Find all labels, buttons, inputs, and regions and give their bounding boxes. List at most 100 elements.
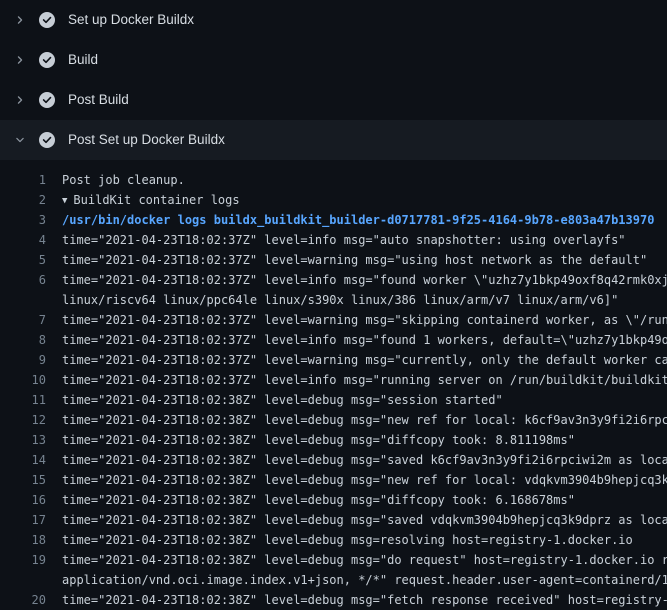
- line-text: ▼time="2021-04-23T18:02:37Z" level=info …: [46, 230, 626, 250]
- line-text: ▼linux/riscv64 linux/ppc64le linux/s390x…: [46, 290, 618, 310]
- line-content: BuildKit container logs: [73, 193, 239, 207]
- step-label: Post Set up Docker Buildx: [68, 133, 225, 147]
- line-number[interactable]: 13: [0, 430, 46, 450]
- line-content: time="2021-04-23T18:02:37Z" level=warnin…: [62, 253, 647, 267]
- line-content: time="2021-04-23T18:02:37Z" level=info m…: [62, 273, 667, 287]
- line-number[interactable]: 15: [0, 470, 46, 490]
- line-text: ▼time="2021-04-23T18:02:38Z" level=debug…: [46, 470, 667, 490]
- chevron-icon: [14, 55, 26, 65]
- line-content: time="2021-04-23T18:02:37Z" level=info m…: [62, 233, 626, 247]
- line-content: time="2021-04-23T18:02:38Z" level=debug …: [62, 433, 575, 447]
- line-content: time="2021-04-23T18:02:38Z" level=debug …: [62, 453, 667, 467]
- log-line: 5 ▼time="2021-04-23T18:02:37Z" level=war…: [0, 250, 667, 270]
- line-text: ▼time="2021-04-23T18:02:37Z" level=warni…: [46, 310, 667, 330]
- log-line: 20 ▼time="2021-04-23T18:02:38Z" level=de…: [0, 590, 667, 610]
- line-text: ▼time="2021-04-23T18:02:38Z" level=debug…: [46, 530, 633, 550]
- step-label: Set up Docker Buildx: [68, 13, 194, 27]
- log-line: 3 ▼/usr/bin/docker logs buildx_buildkit_…: [0, 210, 667, 230]
- line-content: /usr/bin/docker logs buildx_buildkit_bui…: [62, 213, 654, 227]
- line-text: ▼time="2021-04-23T18:02:37Z" level=info …: [46, 330, 667, 350]
- line-number[interactable]: [0, 570, 46, 590]
- log-line: ▼application/vnd.oci.image.index.v1+json…: [0, 570, 667, 590]
- log-lines: 1 ▼Post job cleanup. 2 ▼ BuildKit contain…: [0, 170, 667, 610]
- line-number[interactable]: 3: [0, 210, 46, 230]
- line-text: ▼time="2021-04-23T18:02:38Z" level=debug…: [46, 390, 503, 410]
- line-text: ▼time="2021-04-23T18:02:38Z" level=debug…: [46, 450, 667, 470]
- line-number[interactable]: 12: [0, 410, 46, 430]
- log-line: 2 ▼ BuildKit container logs: [0, 190, 667, 210]
- check-circle-icon: [39, 52, 55, 68]
- step-header[interactable]: Set up Docker Buildx: [0, 0, 667, 40]
- line-number[interactable]: 11: [0, 390, 46, 410]
- line-text: ▼time="2021-04-23T18:02:38Z" level=debug…: [46, 590, 667, 610]
- log-line: 8 ▼time="2021-04-23T18:02:37Z" level=inf…: [0, 330, 667, 350]
- chevron-icon: [14, 135, 26, 145]
- log-line: 18 ▼time="2021-04-23T18:02:38Z" level=de…: [0, 530, 667, 550]
- line-content: Post job cleanup.: [62, 173, 185, 187]
- line-number[interactable]: 14: [0, 450, 46, 470]
- log-line: 16 ▼time="2021-04-23T18:02:38Z" level=de…: [0, 490, 667, 510]
- log-area: 1 ▼Post job cleanup. 2 ▼ BuildKit contain…: [0, 160, 667, 610]
- line-text: ▼time="2021-04-23T18:02:38Z" level=debug…: [46, 510, 667, 530]
- log-line: 15 ▼time="2021-04-23T18:02:38Z" level=de…: [0, 470, 667, 490]
- line-text: ▼time="2021-04-23T18:02:38Z" level=debug…: [46, 490, 575, 510]
- log-line: 13 ▼time="2021-04-23T18:02:38Z" level=de…: [0, 430, 667, 450]
- line-content: time="2021-04-23T18:02:38Z" level=debug …: [62, 513, 667, 527]
- check-circle-icon: [39, 12, 55, 28]
- line-number[interactable]: 19: [0, 550, 46, 570]
- line-content: time="2021-04-23T18:02:37Z" level=warnin…: [62, 353, 667, 367]
- line-content: time="2021-04-23T18:02:37Z" level=info m…: [62, 373, 667, 387]
- chevron-icon: [14, 95, 26, 105]
- line-text: ▼time="2021-04-23T18:02:38Z" level=debug…: [46, 550, 667, 570]
- line-text: ▼ BuildKit container logs: [46, 190, 240, 210]
- log-line: 9 ▼time="2021-04-23T18:02:37Z" level=war…: [0, 350, 667, 370]
- log-line: 14 ▼time="2021-04-23T18:02:38Z" level=de…: [0, 450, 667, 470]
- line-content: time="2021-04-23T18:02:38Z" level=debug …: [62, 553, 667, 567]
- line-text: ▼/usr/bin/docker logs buildx_buildkit_bu…: [46, 210, 654, 230]
- line-content: application/vnd.oci.image.index.v1+json,…: [62, 573, 667, 587]
- log-line: 12 ▼time="2021-04-23T18:02:38Z" level=de…: [0, 410, 667, 430]
- step-list: Set up Docker Buildx Build Post Build Po…: [0, 0, 667, 160]
- step-label: Post Build: [68, 93, 129, 107]
- line-content: time="2021-04-23T18:02:38Z" level=debug …: [62, 473, 667, 487]
- line-number[interactable]: 2: [0, 190, 46, 210]
- line-number[interactable]: 20: [0, 590, 46, 610]
- line-text: ▼time="2021-04-23T18:02:37Z" level=info …: [46, 270, 667, 290]
- step-header[interactable]: Build: [0, 40, 667, 80]
- line-number[interactable]: 17: [0, 510, 46, 530]
- step-header[interactable]: Post Set up Docker Buildx: [0, 120, 667, 160]
- line-number[interactable]: 7: [0, 310, 46, 330]
- line-number[interactable]: 6: [0, 270, 46, 290]
- step-header[interactable]: Post Build: [0, 80, 667, 120]
- line-content: time="2021-04-23T18:02:38Z" level=debug …: [62, 413, 667, 427]
- line-number[interactable]: 18: [0, 530, 46, 550]
- group-toggle-icon[interactable]: ▼: [62, 191, 67, 210]
- log-line: 6 ▼time="2021-04-23T18:02:37Z" level=inf…: [0, 270, 667, 290]
- line-number[interactable]: 5: [0, 250, 46, 270]
- line-number[interactable]: 8: [0, 330, 46, 350]
- workflow-log-viewer: Set up Docker Buildx Build Post Build Po…: [0, 0, 667, 610]
- log-line: ▼linux/riscv64 linux/ppc64le linux/s390x…: [0, 290, 667, 310]
- line-number[interactable]: 4: [0, 230, 46, 250]
- step-label: Build: [68, 53, 98, 67]
- line-text: ▼application/vnd.oci.image.index.v1+json…: [46, 570, 667, 590]
- line-number[interactable]: 1: [0, 170, 46, 190]
- line-number[interactable]: 9: [0, 350, 46, 370]
- line-text: ▼time="2021-04-23T18:02:37Z" level=info …: [46, 370, 667, 390]
- log-line: 7 ▼time="2021-04-23T18:02:37Z" level=war…: [0, 310, 667, 330]
- chevron-icon: [14, 15, 26, 25]
- check-circle-icon: [39, 132, 55, 148]
- line-number[interactable]: [0, 290, 46, 310]
- log-line: 1 ▼Post job cleanup.: [0, 170, 667, 190]
- line-number[interactable]: 10: [0, 370, 46, 390]
- line-text: ▼Post job cleanup.: [46, 170, 185, 190]
- line-number[interactable]: 16: [0, 490, 46, 510]
- log-line: 11 ▼time="2021-04-23T18:02:38Z" level=de…: [0, 390, 667, 410]
- line-text: ▼time="2021-04-23T18:02:37Z" level=warni…: [46, 250, 647, 270]
- line-content: time="2021-04-23T18:02:38Z" level=debug …: [62, 393, 503, 407]
- line-text: ▼time="2021-04-23T18:02:37Z" level=warni…: [46, 350, 667, 370]
- line-text: ▼time="2021-04-23T18:02:38Z" level=debug…: [46, 430, 575, 450]
- check-circle-icon: [39, 92, 55, 108]
- line-content: linux/riscv64 linux/ppc64le linux/s390x …: [62, 293, 618, 307]
- log-line: 19 ▼time="2021-04-23T18:02:38Z" level=de…: [0, 550, 667, 570]
